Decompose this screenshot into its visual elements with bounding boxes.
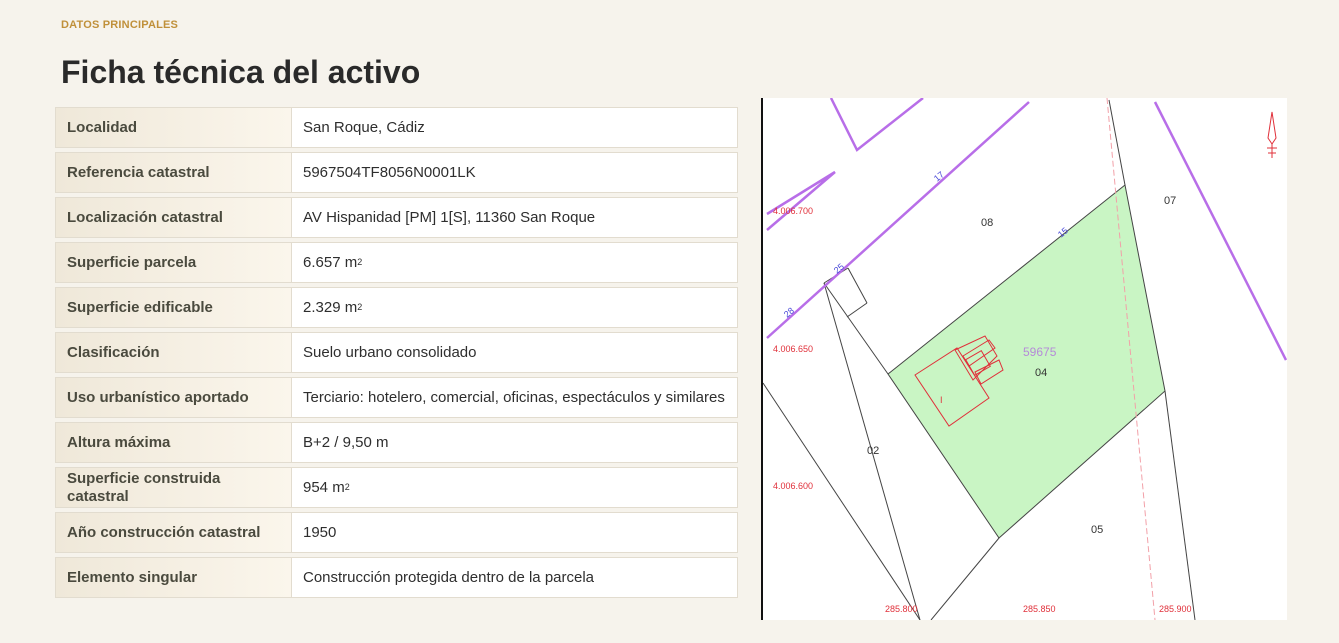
row-label: Clasificación — [55, 332, 291, 373]
table-row: Superficie construida catastral 954 m2 — [55, 467, 738, 508]
row-value-text: 954 m — [303, 479, 345, 496]
row-label: Altura máxima — [55, 422, 291, 463]
table-row: Localización catastral AV Hispanidad [PM]… — [55, 197, 738, 238]
row-value: 1950 — [291, 512, 738, 553]
row-value-text: Suelo urbano consolidado — [303, 344, 477, 361]
row-value-text: San Roque, Cádiz — [303, 119, 425, 136]
row-value: Construcción protegida dentro de la parc… — [291, 557, 738, 598]
row-value: 6.657 m2 — [291, 242, 738, 283]
unit-superscript: 2 — [344, 482, 350, 492]
section-eyebrow: DATOS PRINCIPALES — [61, 19, 179, 31]
street-number-28: 28 — [782, 305, 796, 319]
row-value-text: 6.657 m — [303, 254, 358, 271]
parcel-label-04: 04 — [1035, 367, 1047, 379]
row-value: San Roque, Cádiz — [291, 107, 738, 148]
street-number-25: 25 — [832, 261, 846, 275]
row-value: Terciario: hotelero, comercial, oficinas… — [291, 377, 738, 418]
data-table: Localidad San Roque, Cádiz Referencia cata… — [55, 107, 738, 602]
row-label: Localidad — [55, 107, 291, 148]
row-value-text: Construcción protegida dentro de la parc… — [303, 569, 595, 586]
row-value: B+2 / 9,50 m — [291, 422, 738, 463]
coord-y-700: 4.006.700 — [773, 206, 813, 216]
row-value: 954 m2 — [291, 467, 738, 508]
row-value: AV Hispanidad [PM] 1[S], 11360 San Roque — [291, 197, 738, 238]
row-label: Año construcción catastral — [55, 512, 291, 553]
table-row: Elemento singular Construcción protegida … — [55, 557, 738, 598]
building-label: I — [940, 395, 943, 405]
parcel-04-area — [887, 184, 1166, 539]
coord-x-850: 285.850 — [1023, 604, 1056, 614]
table-row: Superficie edificable 2.329 m2 — [55, 287, 738, 328]
parcel-label-02: 02 — [867, 445, 879, 457]
table-row: Superficie parcela 6.657 m2 — [55, 242, 738, 283]
row-value-text: AV Hispanidad [PM] 1[S], 11360 San Roque — [303, 209, 596, 226]
coord-y-650: 4.006.650 — [773, 344, 813, 354]
row-value: Suelo urbano consolidado — [291, 332, 738, 373]
unit-superscript: 2 — [357, 257, 363, 267]
coord-y-600: 4.006.600 — [773, 481, 813, 491]
table-row: Año construcción catastral 1950 — [55, 512, 738, 553]
parcel-label-05: 05 — [1091, 524, 1103, 536]
row-label: Superficie edificable — [55, 287, 291, 328]
unit-superscript: 2 — [357, 302, 363, 312]
row-value-text: B+2 / 9,50 m — [303, 434, 389, 451]
row-value: 2.329 m2 — [291, 287, 738, 328]
parcel-label-07: 07 — [1164, 195, 1176, 207]
table-row: Referencia catastral 5967504TF8056N0001LK — [55, 152, 738, 193]
row-label: Uso urbanístico aportado — [55, 377, 291, 418]
table-row: Altura máxima B+2 / 9,50 m — [55, 422, 738, 463]
parcel-reference: 59675 — [1023, 345, 1057, 359]
row-label: Superficie construida catastral — [55, 467, 291, 508]
row-value-text: Terciario: hotelero, comercial, oficinas… — [303, 389, 725, 406]
cadastral-map: I 08 07 04 02 05 59675 17 15 25 28 4.006… — [761, 98, 1287, 620]
row-label: Referencia catastral — [55, 152, 291, 193]
row-label: Elemento singular — [55, 557, 291, 598]
parcel-label-08: 08 — [981, 217, 993, 229]
table-row: Clasificación Suelo urbano consolidado — [55, 332, 738, 373]
row-value-text: 5967504TF8056N0001LK — [303, 164, 476, 181]
north-arrow-icon — [1267, 111, 1277, 158]
coord-x-800: 285.800 — [885, 604, 918, 614]
row-label: Superficie parcela — [55, 242, 291, 283]
row-label: Localización catastral — [55, 197, 291, 238]
street-number-17: 17 — [932, 169, 946, 183]
table-row: Uso urbanístico aportado Terciario: hotel… — [55, 377, 738, 418]
page-title: Ficha técnica del activo — [61, 54, 421, 90]
row-value: 5967504TF8056N0001LK — [291, 152, 738, 193]
row-value-text: 2.329 m — [303, 299, 358, 316]
table-row: Localidad San Roque, Cádiz — [55, 107, 738, 148]
row-value-text: 1950 — [303, 524, 337, 541]
coord-x-900: 285.900 — [1159, 604, 1192, 614]
